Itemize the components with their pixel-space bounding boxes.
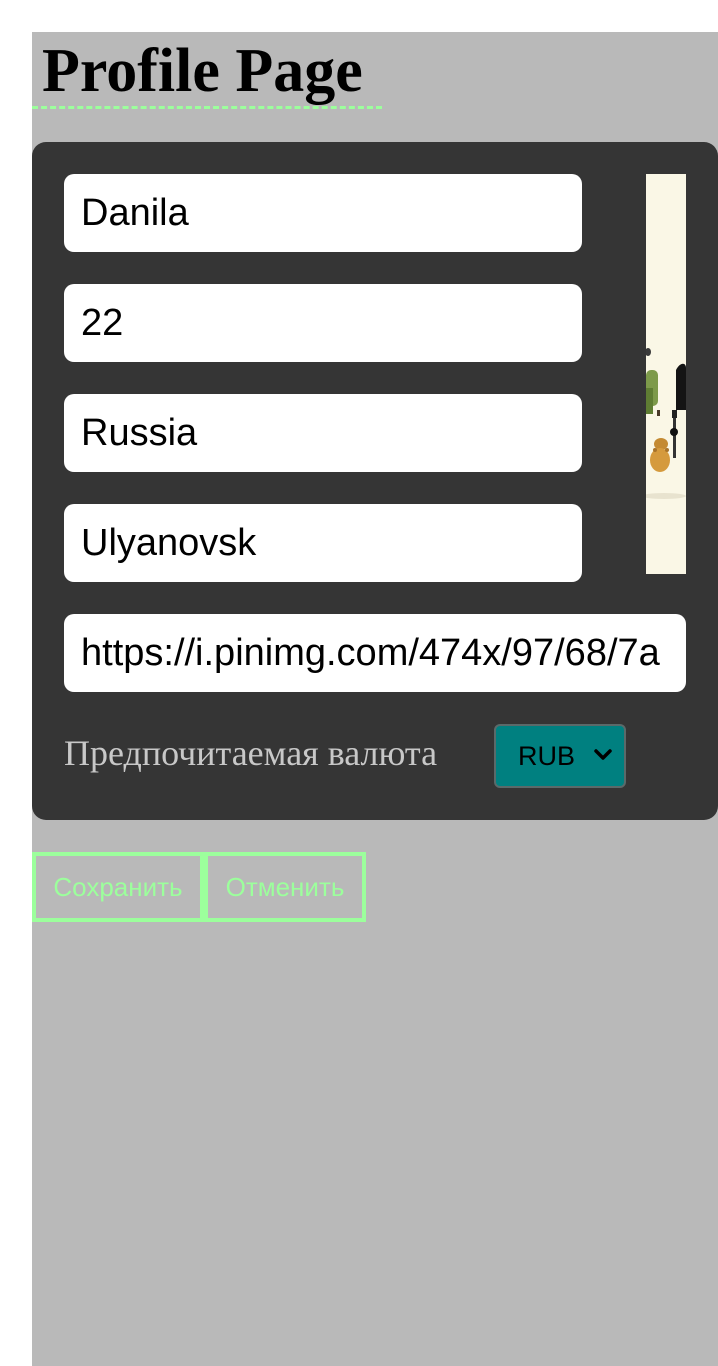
title-underline-divider — [32, 106, 382, 109]
name-input[interactable]: Danila — [64, 174, 582, 252]
profile-form-card: Danila 22 Russia Ulyanovsk https://i.pin… — [32, 142, 718, 820]
age-input[interactable]: 22 — [64, 284, 582, 362]
currency-select[interactable]: RUB — [494, 724, 626, 788]
avatar-url-input[interactable]: https://i.pinimg.com/474x/97/68/7a — [64, 614, 686, 692]
country-input[interactable]: Russia — [64, 394, 582, 472]
profile-page: Profile Page Danila 22 Russia Ulyanovsk — [32, 32, 718, 1366]
cancel-button[interactable]: Отменить — [204, 852, 366, 922]
currency-label: Предпочитаемая валюта — [64, 733, 438, 773]
save-button[interactable]: Сохранить — [32, 852, 204, 922]
avatar — [646, 174, 686, 574]
currency-selected-value: RUB — [518, 741, 576, 771]
avatar-preview-image — [646, 174, 686, 574]
city-input[interactable]: Ulyanovsk — [64, 504, 582, 582]
chevron-down-icon — [594, 749, 612, 760]
page-title: Profile Page — [42, 37, 363, 105]
